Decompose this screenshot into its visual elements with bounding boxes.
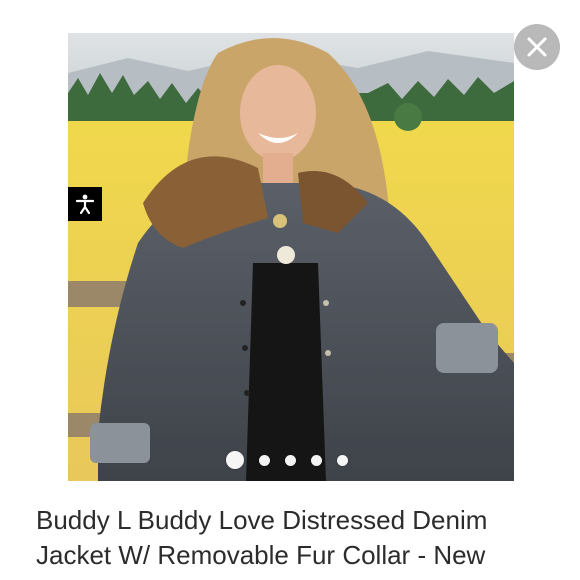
close-button[interactable] [514,24,560,70]
accessibility-button[interactable] [68,187,102,221]
carousel-dot-1[interactable] [226,451,244,469]
accessibility-icon [75,194,95,215]
carousel-dot-3[interactable] [285,454,296,466]
product-title-line-2: Jacket W/ Removable Fur Collar - New [36,540,486,570]
carousel-dot-4[interactable] [311,454,322,466]
carousel-dot-5[interactable] [337,454,348,466]
product-photo[interactable] [68,33,514,481]
close-icon [527,37,547,57]
product-title-line-1: Buddy L Buddy Love Distressed Denim [36,505,488,535]
product-image [68,33,514,481]
product-title: Buddy L Buddy Love Distressed Denim Jack… [36,503,566,573]
carousel-dot-2[interactable] [259,454,270,466]
